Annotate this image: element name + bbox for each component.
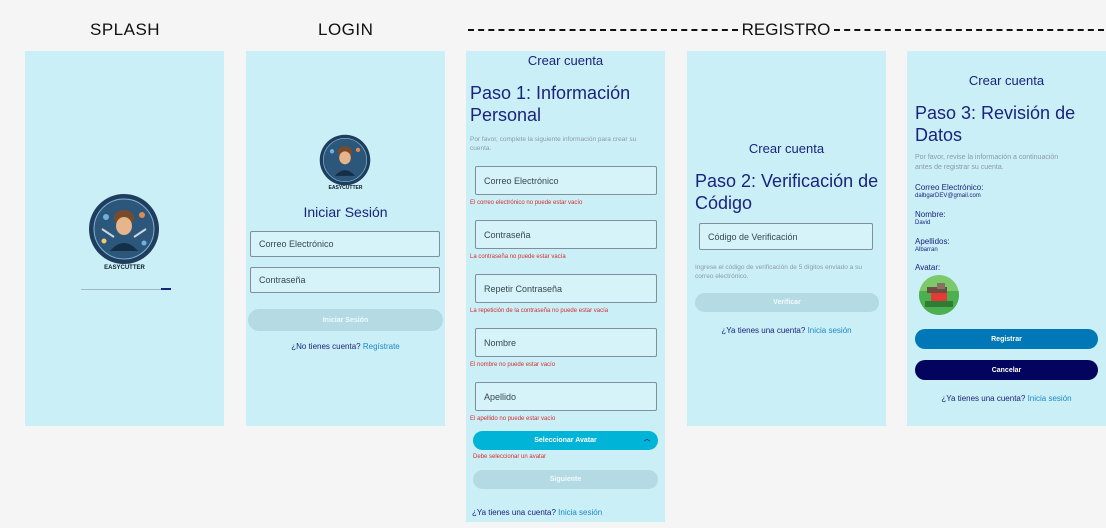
step1-instructions-line1: Por favor, complete la siguiente informa… [470,136,637,143]
login-title: Iniciar Sesión [303,204,388,220]
step1-email-error: El correo electrónico no puede estar vac… [470,200,583,206]
step2-have-account-text: ¿Ya tienes una cuenta? [721,326,806,335]
chevron-up-icon: ︿ [643,437,650,443]
dash-divider-left [468,29,738,31]
step1-step-title-line1: Paso 1: Información [470,83,631,103]
step3-login-link[interactable]: Inicia sesión [1028,394,1072,403]
step3-register-button[interactable]: Registrar [915,329,1098,349]
step1-repeat-label: Repetir Contraseña [484,283,563,294]
step1-login-link[interactable]: Inicia sesión [558,508,602,517]
step3-step-title: Paso 3: Revisión de Datos [915,102,1075,146]
login-password-placeholder: Contraseña [259,275,306,285]
step3-instructions-line1: Por favor, revise la información a conti… [915,154,1059,161]
step1-repeat-password-input[interactable]: Repetir Contraseña [475,274,657,303]
step3-cancel-button[interactable]: Cancelar [915,360,1098,380]
step3-step-title-line1: Paso 3: Revisión de [915,103,1076,123]
avatar [919,275,959,315]
register-step1-screen: Crear cuenta Paso 1: Información Persona… [466,51,665,522]
step1-surname-input[interactable]: Apellido [475,382,657,411]
step3-surname-value: Albarran [915,247,938,253]
header-registro-label: REGISTRO [741,20,831,39]
step1-repeat-error: La repetición de la contraseña no puede … [470,308,609,314]
step1-password-label: Contraseña [484,229,531,240]
login-email-placeholder: Correo Electrónico [259,239,334,249]
header-login: LOGIN [318,20,374,39]
step3-name-value: David [915,220,931,226]
step1-password-input[interactable]: Contraseña [475,220,657,249]
step3-avatar-label: Avatar: [915,263,941,272]
login-no-account-text: ¿No tienes cuenta? [291,342,361,351]
step1-email-label: Correo Electrónico [484,175,559,186]
step1-surname-error: El apellido no puede estar vacío [470,416,556,422]
step2-instructions-line2: correo electrónico. [695,273,749,281]
login-submit-button[interactable]: Iniciar Sesión [248,309,443,331]
header-registro: REGISTRO [468,20,1105,40]
step1-step-title: Paso 1: Información Personal [470,82,630,126]
step1-avatar-button-label: Seleccionar Avatar [534,437,597,444]
register-step2-screen: Crear cuenta Paso 2: Verificación de Cód… [687,51,886,426]
step1-have-account-text: ¿Ya tienes una cuenta? [472,508,556,517]
splash-progress-bar [161,288,171,290]
step1-login-prompt: ¿Ya tienes una cuenta? Inicia sesión [472,508,602,517]
easycutter-logo-icon [89,194,159,264]
step1-instructions-line2: cuenta. [470,145,492,153]
step2-verify-button[interactable]: Verificar [695,293,879,312]
step3-instructions-line2: antes de registrar su cuenta. [915,163,1004,171]
step2-instructions-line1: Ingrese el código de verificación de 5 d… [695,264,862,271]
step3-screen-title: Crear cuenta [968,73,1045,88]
login-screen: EASYCUTTER Iniciar Sesión Correo Electró… [246,51,445,426]
step2-step-title-line2: Código [695,193,753,213]
login-brand-name: EASYCUTTER [328,185,363,191]
step2-code-input[interactable]: Código de Verificación [699,223,873,250]
step1-next-button[interactable]: Siguiente [473,470,658,489]
splash-brand-name: EASYCUTTER [104,265,145,271]
step1-select-avatar-button[interactable]: Seleccionar Avatar ︿ [473,431,658,450]
step1-password-error: La contraseña no puede estar vacía [470,254,566,260]
step2-step-title: Paso 2: Verificación de Código [695,170,878,214]
step3-login-prompt: ¿Ya tienes una cuenta? Inicia sesión [907,394,1106,403]
splash-screen: EASYCUTTER [25,51,224,426]
step1-instructions: Por favor, complete la siguiente informa… [470,135,636,153]
step2-login-prompt: ¿Ya tienes una cuenta? Inicia sesión [687,326,886,335]
dash-divider-right [834,29,1105,31]
step1-name-error: El nombre no puede estar vacío [470,362,556,368]
step3-have-account-text: ¿Ya tienes una cuenta? [941,394,1026,403]
step1-email-input[interactable]: Correo Electrónico [475,166,657,195]
register-step3-screen: Crear cuenta Paso 3: Revisión de Datos P… [907,51,1106,426]
step2-code-label: Código de Verificación [708,231,798,242]
step1-step-title-line2: Personal [470,105,542,125]
step3-email-label: Correo Electrónico: [915,183,984,192]
step1-avatar-error: Debe seleccionar un avatar [473,454,547,460]
step2-login-link[interactable]: Inicia sesión [808,326,852,335]
header-splash: SPLASH [90,20,161,39]
step1-surname-label: Apellido [484,391,517,402]
step2-instructions: Ingrese el código de verificación de 5 d… [695,263,862,281]
step2-step-title-line1: Paso 2: Verificación de [695,171,879,191]
login-email-input[interactable]: Correo Electrónico [250,231,440,257]
login-register-link[interactable]: Regístrate [363,342,400,351]
login-register-prompt: ¿No tienes cuenta? Regístrate [246,342,445,351]
step1-name-input[interactable]: Nombre [475,328,657,357]
step3-step-title-line2: Datos [915,125,963,145]
splash-progress-track [81,289,165,290]
easycutter-logo-icon [319,134,371,186]
step3-instructions: Por favor, revise la información a conti… [915,153,1058,173]
step2-screen-title: Crear cuenta [748,141,825,156]
step3-email-value: dalbgarDEV@gmail.com [915,193,981,199]
step1-screen-title: Crear cuenta [527,53,604,68]
step1-name-label: Nombre [484,337,517,348]
step3-surname-label: Apellidos: [915,237,950,246]
login-password-input[interactable]: Contraseña [250,267,440,293]
step3-name-label: Nombre: [915,210,946,219]
